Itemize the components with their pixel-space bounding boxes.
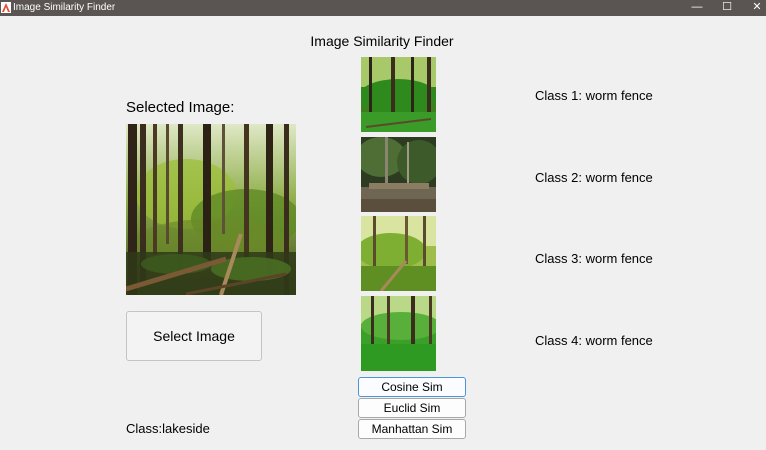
result-thumbnail-2 (361, 137, 436, 212)
result-class-label-3: Class 3: worm fence (535, 251, 653, 266)
select-image-button[interactable]: Select Image (126, 311, 262, 361)
result-thumbnail-3 (361, 216, 436, 291)
result-thumbnail-1 (361, 57, 436, 132)
close-button[interactable]: ✕ (740, 0, 766, 16)
result-class-label-1: Class 1: worm fence (535, 88, 653, 103)
euclid-sim-button[interactable]: Euclid Sim (358, 398, 466, 418)
result-class-label-2: Class 2: worm fence (535, 170, 653, 185)
manhattan-sim-button[interactable]: Manhattan Sim (358, 419, 466, 439)
app-title: Image Similarity Finder (310, 33, 454, 49)
app-icon (1, 2, 11, 13)
result-class-label-4: Class 4: worm fence (535, 333, 653, 348)
window-title: Image Similarity Finder (13, 2, 116, 13)
class-result-label: Class:lakeside (126, 421, 210, 436)
minimize-button[interactable]: — (680, 0, 714, 16)
cosine-sim-button[interactable]: Cosine Sim (358, 377, 466, 397)
selected-image (126, 124, 296, 295)
result-thumbnail-4 (361, 296, 436, 371)
window-titlebar: Image Similarity Finder — ☐ ✕ (0, 0, 766, 16)
selected-image-label: Selected Image: (126, 99, 235, 116)
maximize-button[interactable]: ☐ (710, 0, 744, 16)
